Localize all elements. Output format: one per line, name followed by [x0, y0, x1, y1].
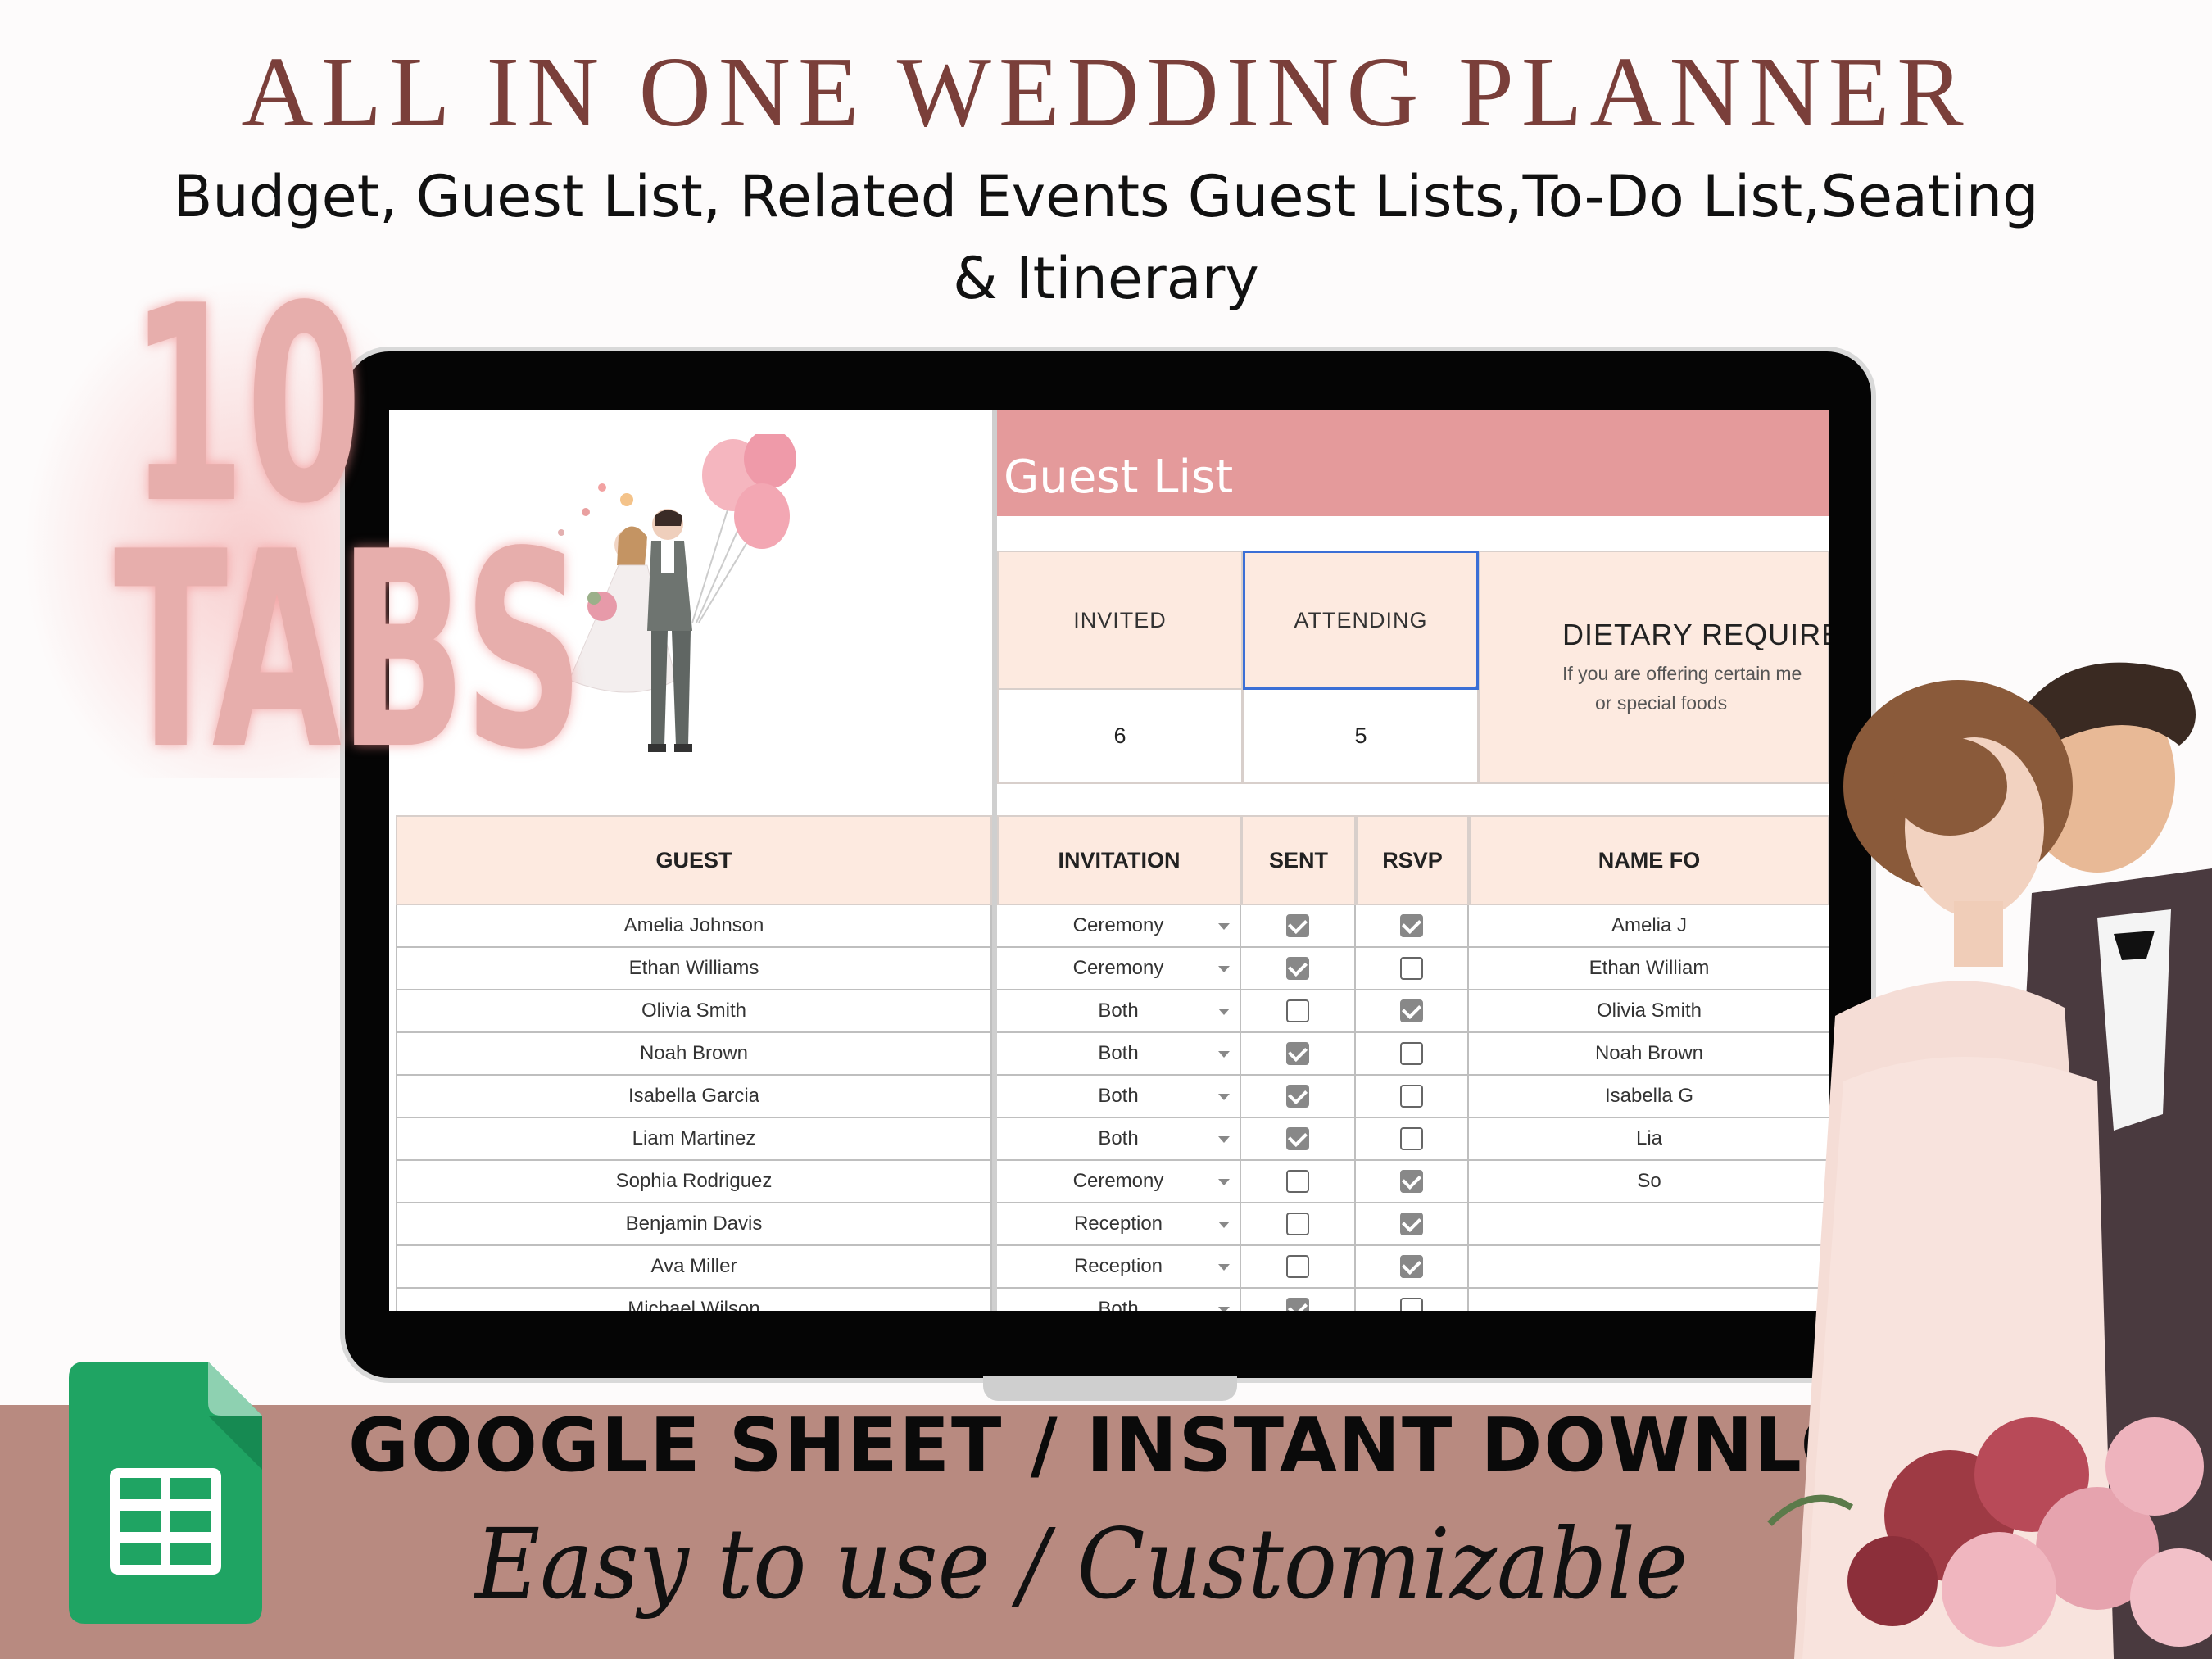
invitation-dropdown[interactable]: Both [997, 990, 1241, 1033]
guest-name-cell[interactable]: Noah Brown [396, 1033, 992, 1076]
rsvp-checkbox[interactable] [1400, 999, 1423, 1022]
rsvp-cell [1356, 1076, 1469, 1118]
invitation-dropdown[interactable]: Both [997, 1076, 1241, 1118]
rsvp-cell [1356, 905, 1469, 948]
guest-name-cell[interactable]: Michael Wilson [396, 1289, 992, 1311]
invited-label-cell[interactable]: INVITED [997, 551, 1243, 690]
dropdown-arrow-icon[interactable] [1218, 1094, 1230, 1100]
invitation-dropdown[interactable]: Reception [997, 1246, 1241, 1289]
page-title: ALL IN ONE WEDDING PLANNER [241, 37, 1971, 147]
tabs-badge: 10 TABS [113, 270, 584, 809]
invitation-dropdown[interactable]: Ceremony [997, 1161, 1241, 1203]
guest-name-cell[interactable]: Benjamin Davis [396, 1203, 992, 1246]
sent-cell [1241, 1289, 1356, 1311]
invitation-dropdown[interactable]: Both [997, 1033, 1241, 1076]
invitation-dropdown[interactable]: Both [997, 1118, 1241, 1161]
rsvp-checkbox[interactable] [1400, 1213, 1423, 1235]
sent-checkbox[interactable] [1286, 914, 1309, 937]
sent-cell [1241, 1033, 1356, 1076]
invitation-dropdown[interactable]: Ceremony [997, 948, 1241, 990]
sent-cell [1241, 905, 1356, 948]
column-header-rsvp[interactable]: RSVP [1356, 815, 1469, 905]
google-sheets-icon [69, 1362, 262, 1624]
dropdown-arrow-icon[interactable] [1218, 1136, 1230, 1143]
attending-label-cell[interactable]: ATTENDING [1243, 551, 1479, 690]
invitation-dropdown[interactable]: Ceremony [997, 905, 1241, 948]
invitation-value: Both [1098, 1085, 1139, 1107]
sheet-title: Guest List [1004, 451, 1234, 504]
sheet-header: Guest List [997, 410, 1829, 516]
subtitle-line-1: Budget, Guest List, Related Events Guest… [173, 163, 2039, 230]
sent-checkbox[interactable] [1286, 1127, 1309, 1150]
rsvp-checkbox[interactable] [1400, 1042, 1423, 1065]
rsvp-checkbox[interactable] [1400, 957, 1423, 980]
guest-name-cell[interactable]: Olivia Smith [396, 990, 992, 1033]
rsvp-cell [1356, 1118, 1469, 1161]
guest-name-cell[interactable]: Ethan Williams [396, 948, 992, 990]
column-header-invitation[interactable]: INVITATION [997, 815, 1241, 905]
sent-checkbox[interactable] [1286, 957, 1309, 980]
invitation-value: Reception [1073, 1213, 1163, 1235]
sent-checkbox[interactable] [1286, 1255, 1309, 1278]
invitation-value: Both [1098, 1127, 1139, 1149]
sent-cell [1241, 1118, 1356, 1161]
rsvp-checkbox[interactable] [1400, 1085, 1423, 1108]
invitation-dropdown[interactable]: Both [997, 1289, 1241, 1311]
sent-cell [1241, 1246, 1356, 1289]
invitation-value: Ceremony [1072, 957, 1164, 979]
invitation-value: Both [1098, 999, 1139, 1022]
invitation-value: Both [1098, 1298, 1139, 1311]
guest-name-cell[interactable]: Amelia Johnson [396, 905, 992, 948]
dropdown-arrow-icon[interactable] [1218, 923, 1230, 930]
sent-cell [1241, 948, 1356, 990]
invitation-value: Ceremony [1072, 1170, 1164, 1192]
sent-checkbox[interactable] [1286, 1213, 1309, 1235]
dropdown-arrow-icon[interactable] [1218, 1051, 1230, 1058]
dropdown-arrow-icon[interactable] [1218, 1264, 1230, 1271]
invitation-dropdown[interactable]: Reception [997, 1203, 1241, 1246]
sent-cell [1241, 1203, 1356, 1246]
rsvp-cell [1356, 1246, 1469, 1289]
sent-cell [1241, 1076, 1356, 1118]
sent-checkbox[interactable] [1286, 999, 1309, 1022]
sent-cell [1241, 1161, 1356, 1203]
guest-name-cell[interactable]: Liam Martinez [396, 1118, 992, 1161]
rsvp-cell [1356, 990, 1469, 1033]
guest-name-cell[interactable]: Ava Miller [396, 1246, 992, 1289]
sent-checkbox[interactable] [1286, 1298, 1309, 1311]
sent-checkbox[interactable] [1286, 1170, 1309, 1193]
bride-groom-illustration [1767, 662, 2212, 1659]
dropdown-arrow-icon[interactable] [1218, 1222, 1230, 1228]
invited-value-cell[interactable]: 6 [997, 690, 1243, 784]
rsvp-cell [1356, 1203, 1469, 1246]
rsvp-cell [1356, 1289, 1469, 1311]
rsvp-cell [1356, 1161, 1469, 1203]
dropdown-arrow-icon[interactable] [1218, 1009, 1230, 1015]
sent-cell [1241, 990, 1356, 1033]
rsvp-checkbox[interactable] [1400, 1127, 1423, 1150]
dropdown-arrow-icon[interactable] [1218, 1307, 1230, 1311]
rsvp-cell [1356, 1033, 1469, 1076]
rsvp-cell [1356, 948, 1469, 990]
sent-checkbox[interactable] [1286, 1042, 1309, 1065]
column-header-guest[interactable]: GUEST [396, 815, 992, 905]
rsvp-checkbox[interactable] [1400, 914, 1423, 937]
sent-checkbox[interactable] [1286, 1085, 1309, 1108]
rsvp-checkbox[interactable] [1400, 1170, 1423, 1193]
column-header-sent[interactable]: SENT [1241, 815, 1356, 905]
attending-value-cell[interactable]: 5 [1243, 690, 1479, 784]
dropdown-arrow-icon[interactable] [1218, 1179, 1230, 1185]
guest-name-cell[interactable]: Isabella Garcia [396, 1076, 992, 1118]
invitation-value: Reception [1073, 1255, 1163, 1277]
invitation-value: Ceremony [1072, 914, 1164, 936]
dropdown-arrow-icon[interactable] [1218, 966, 1230, 972]
laptop-hinge [983, 1376, 1237, 1401]
tagline: Easy to use / Customizable [475, 1507, 1688, 1620]
guest-name-cell[interactable]: Sophia Rodriguez [396, 1161, 992, 1203]
invitation-value: Both [1098, 1042, 1139, 1064]
rsvp-checkbox[interactable] [1400, 1298, 1423, 1311]
tabs-word: TABS [113, 494, 584, 809]
rsvp-checkbox[interactable] [1400, 1255, 1423, 1278]
